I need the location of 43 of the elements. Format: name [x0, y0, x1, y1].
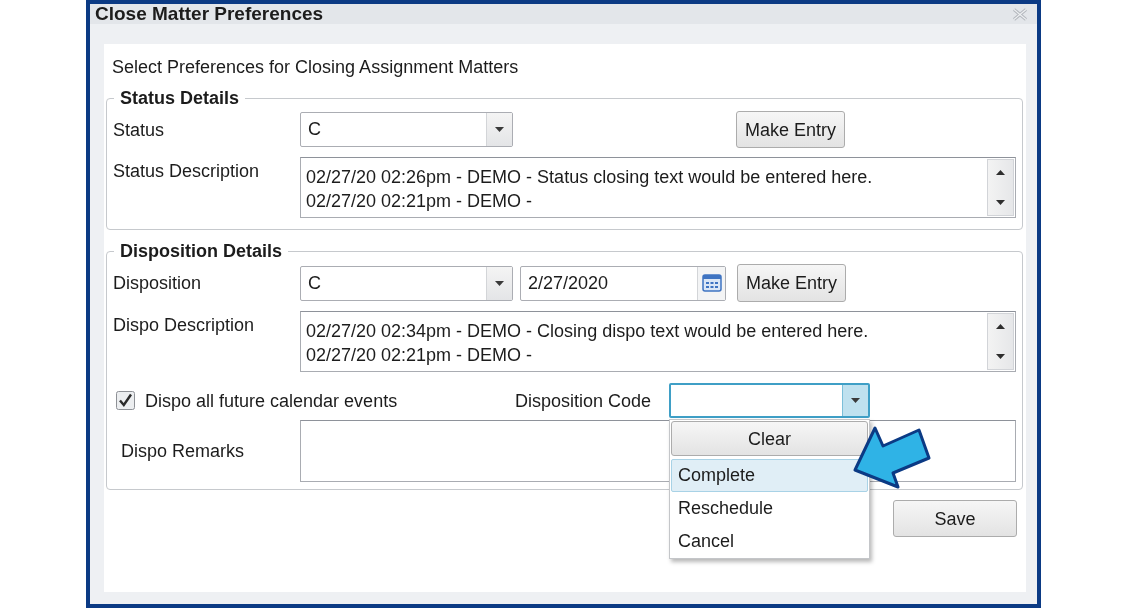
scrollbar[interactable] — [987, 159, 1014, 216]
caret-icon — [851, 398, 860, 403]
instruction-text: Select Preferences for Closing Assignment Matters — [112, 57, 520, 77]
caret-icon — [495, 127, 504, 132]
scroll-up-icon[interactable] — [996, 324, 1005, 329]
field-label: Status Description — [112, 160, 261, 181]
menu-option[interactable]: Cancel — [671, 525, 868, 558]
caret-icon — [495, 280, 504, 286]
field-label: Disposition Code — [515, 390, 653, 411]
checkbox-label: Dispo all future calendar events — [145, 390, 398, 411]
dropdown-toggle[interactable] — [842, 385, 868, 416]
text-area[interactable]: 02/27/20 02:26pm - DEMO - Status closing text would be entered here. 02/27/20 02:21pm - DEMO - — [300, 157, 1016, 218]
disposition-code-dropdown[interactable] — [669, 383, 870, 418]
status-dropdown[interactable]: C — [300, 112, 513, 147]
section-title: Disposition Details — [114, 241, 289, 261]
scroll-down-icon[interactable] — [996, 354, 1005, 359]
date-field[interactable]: 2/27/2020 — [520, 265, 726, 301]
text-area[interactable]: 02/27/20 02:34pm - DEMO - Closing dispo text would be entered here. 02/27/20 02:21pm - DEMO - — [300, 311, 1016, 372]
menu-option[interactable]: Complete — [671, 459, 868, 492]
scrollbar[interactable] — [987, 313, 1014, 370]
make-entry-button[interactable]: Make Entry — [736, 111, 845, 148]
calendar-icon — [701, 274, 722, 292]
window-title: Close Matter Preferences — [95, 4, 324, 24]
make-entry-button[interactable]: Make Entry — [737, 264, 846, 302]
disposition-dropdown[interactable]: C — [300, 265, 513, 301]
field-label: Dispo Description — [112, 314, 256, 335]
menu-option[interactable]: Reschedule — [671, 492, 868, 525]
field-label: Dispo Remarks — [120, 441, 246, 461]
save-button[interactable]: Save — [893, 500, 1017, 537]
scroll-up-icon[interactable] — [996, 170, 1005, 175]
checkbox[interactable] — [116, 391, 135, 410]
scroll-down-icon[interactable] — [996, 200, 1005, 205]
clear-button[interactable]: Clear — [671, 421, 868, 456]
log-entry-text: 02/27/20 02:21pm - DEMO - — [306, 190, 534, 213]
log-entry-text: 02/27/20 02:26pm - DEMO - Status closing text would be entered here. — [306, 166, 874, 189]
dropdown-toggle[interactable] — [486, 113, 512, 146]
log-entry-text: 02/27/20 02:21pm - DEMO - — [306, 344, 534, 367]
field-label: Status — [112, 119, 166, 140]
log-entry-text: 02/27/20 02:34pm - DEMO - Closing dispo text would be entered here. — [306, 320, 870, 343]
calendar-button[interactable] — [697, 266, 725, 300]
arrow-icon — [853, 426, 932, 490]
field-label: Disposition — [112, 273, 203, 293]
dropdown-toggle[interactable] — [486, 266, 512, 300]
